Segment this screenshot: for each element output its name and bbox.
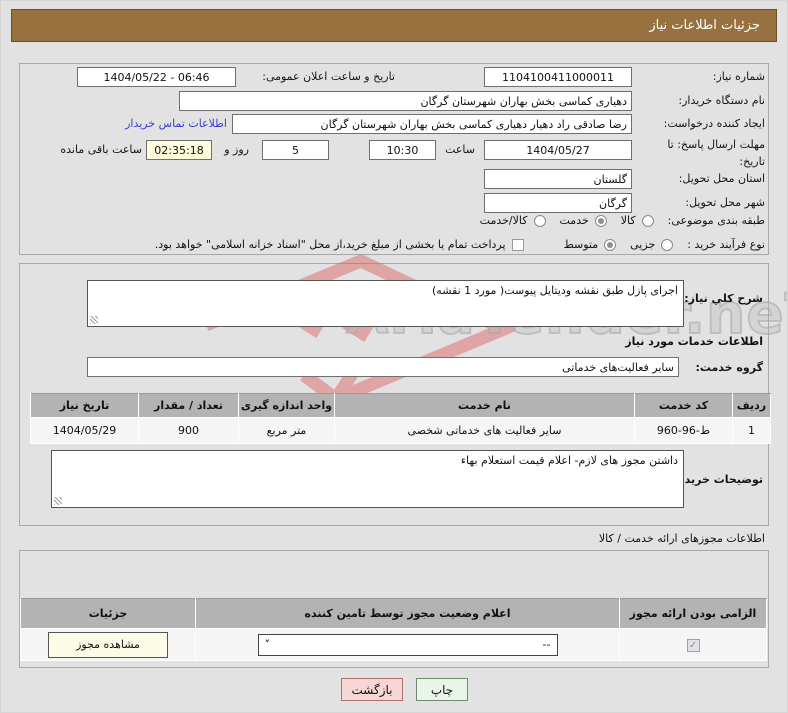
- licenses-table-header: الزامی بودن ارائه مجوز اعلام وضعیت مجوز …: [20, 598, 767, 629]
- radio-label: جزیی: [630, 238, 656, 251]
- days-and-label: روز و: [224, 143, 249, 156]
- radio-icon[interactable]: [661, 238, 674, 251]
- service-group-label: گروه خدمت:: [695, 361, 763, 374]
- radio-icon[interactable]: [533, 214, 546, 227]
- need-description-label: شرح کلي نیاز:: [684, 292, 763, 305]
- cell-row-number: 1: [732, 417, 771, 444]
- buyer-notes-label: توضیحات خریدار:: [670, 473, 763, 486]
- col-need-date: تاریخ نیاز: [30, 393, 139, 418]
- buyer-notes-text: داشتن مجوز های لازم- اعلام قیمت استعلام …: [460, 454, 678, 467]
- treasury-payment-label: پرداخت تمام یا بخشی از مبلغ خرید،از محل …: [154, 238, 506, 251]
- deadline-time-field[interactable]: 10:30: [369, 140, 436, 160]
- buyer-notes-textarea[interactable]: داشتن مجوز های لازم- اعلام قیمت استعلام …: [51, 450, 684, 508]
- services-table-header: ردیف کد خدمت نام خدمت واحد اندازه گیری ت…: [30, 393, 771, 418]
- license-status-select[interactable]: -- ˅: [257, 633, 558, 656]
- radio-label: خدمت: [559, 214, 589, 227]
- radio-option-minor[interactable]: جزیی: [630, 238, 674, 251]
- tender-detail-page: جزئیات اطلاعات نیاز AriaTender.neT شماره…: [0, 0, 788, 713]
- buyer-org-field[interactable]: دهیاری کماسی بخش بهاران شهرستان گرگان: [179, 91, 632, 111]
- deadline-date-field[interactable]: 1404/05/27: [484, 140, 632, 160]
- page-title: جزئیات اطلاعات نیاز: [11, 9, 777, 42]
- reply-deadline-label: مهلت ارسال پاسخ: تا تاریخ:: [667, 138, 765, 168]
- col-license-required: الزامی بودن ارائه مجوز: [619, 598, 767, 629]
- license-required-checkbox-icon: [686, 638, 700, 652]
- col-unit: واحد اندازه گیری: [238, 393, 335, 418]
- print-button[interactable]: چاپ: [416, 678, 468, 701]
- table-row: 1 ط-96-960 سایر فعالیت های خدماتی شخصی م…: [30, 417, 771, 444]
- subject-classification-label: طبقه بندی موضوعی:: [667, 214, 765, 227]
- need-description-text: اجرای پازل طبق نقشه ودیتایل پیوست( مورد …: [432, 284, 678, 297]
- delivery-city-label: شهر محل تحویل:: [685, 196, 765, 209]
- announce-datetime-field[interactable]: 1404/05/22 - 06:46: [77, 67, 236, 87]
- table-row: -- ˅ مشاهده مجوز: [20, 628, 767, 661]
- service-group-field[interactable]: سایر فعالیت‌های خدماتی: [87, 357, 679, 377]
- radio-icon[interactable]: [604, 238, 617, 251]
- cell-details: مشاهده مجوز: [20, 628, 196, 661]
- radio-label: کالا: [620, 214, 636, 227]
- radio-icon[interactable]: [641, 214, 654, 227]
- checkbox-icon[interactable]: [511, 238, 524, 251]
- col-quantity: تعداد / مقدار: [138, 393, 239, 418]
- radio-label: کالا/خدمت: [479, 214, 528, 227]
- announce-datetime-label: تاریخ و ساعت اعلان عمومی:: [262, 70, 395, 83]
- purchase-process-label: نوع فرآیند خرید :: [687, 238, 765, 251]
- resize-grip-icon: [54, 497, 62, 505]
- cell-need-date: 1404/05/29: [30, 417, 139, 444]
- col-row-number: ردیف: [732, 393, 771, 418]
- treasury-payment-option[interactable]: پرداخت تمام یا بخشی از مبلغ خرید،از محل …: [155, 238, 524, 251]
- selected-value: --: [542, 638, 551, 651]
- radio-label: متوسط: [563, 238, 599, 251]
- cell-unit: متر مربع: [238, 417, 335, 444]
- purchase-process-row: نوع فرآیند خرید : جزیی متوسط پرداخت تمام…: [155, 238, 765, 251]
- cell-quantity: 900: [138, 417, 239, 444]
- services-section-heading: اطلاعات خدمات مورد نیاز: [625, 335, 763, 348]
- cell-service-name: سایر فعالیت های خدماتی شخصی: [334, 417, 635, 444]
- resize-grip-icon: [90, 316, 98, 324]
- radio-option-goods-service[interactable]: کالا/خدمت: [480, 214, 546, 227]
- buyer-contact-link[interactable]: اطلاعات تماس خریدار: [125, 117, 227, 130]
- hours-remaining-label: ساعت باقی مانده: [60, 143, 142, 156]
- remaining-days-field[interactable]: 5: [262, 140, 329, 160]
- services-table: ردیف کد خدمت نام خدمت واحد اندازه گیری ت…: [30, 393, 771, 444]
- countdown-timer-field: 02:35:18: [146, 140, 212, 160]
- col-details: جزئیات: [20, 598, 196, 629]
- cell-license-required: [619, 628, 767, 661]
- delivery-province-label: استان محل تحویل:: [678, 172, 765, 185]
- cell-service-code: ط-96-960: [634, 417, 733, 444]
- subject-classification-row: طبقه بندی موضوعی: کالا خدمت کالا/خدمت: [480, 214, 765, 227]
- col-license-status: اعلام وضعیت مجوز توسط تامین کننده: [195, 598, 620, 629]
- col-service-code: کد خدمت: [634, 393, 733, 418]
- need-number-field[interactable]: 1104100411000011: [484, 67, 632, 87]
- deadline-hour-label: ساعت: [445, 143, 475, 156]
- request-creator-label: ایجاد کننده درخواست:: [663, 117, 765, 130]
- licenses-table: الزامی بودن ارائه مجوز اعلام وضعیت مجوز …: [20, 598, 767, 661]
- dropdown-arrow-icon: ˅: [264, 638, 271, 651]
- cell-license-status: -- ˅: [195, 628, 620, 661]
- delivery-province-field[interactable]: گلستان: [484, 169, 632, 189]
- radio-option-goods[interactable]: کالا: [621, 214, 654, 227]
- request-creator-field[interactable]: رضا صادقی راد دهیار دهیاری کماسی بخش بها…: [232, 114, 632, 134]
- need-description-textarea[interactable]: اجرای پازل طبق نقشه ودیتایل پیوست( مورد …: [87, 280, 684, 327]
- delivery-city-field[interactable]: گرگان: [484, 193, 632, 213]
- need-number-label: شماره نیاز:: [712, 70, 765, 83]
- back-button[interactable]: بازگشت: [341, 678, 403, 701]
- radio-option-service[interactable]: خدمت: [560, 214, 607, 227]
- radio-option-medium[interactable]: متوسط: [564, 238, 617, 251]
- buyer-org-label: نام دستگاه خریدار:: [678, 94, 765, 107]
- radio-icon[interactable]: [594, 214, 607, 227]
- view-license-button[interactable]: مشاهده مجوز: [48, 631, 168, 658]
- col-service-name: نام خدمت: [334, 393, 635, 418]
- licenses-section-heading: اطلاعات مجوزهای ارائه خدمت / کالا: [598, 532, 765, 545]
